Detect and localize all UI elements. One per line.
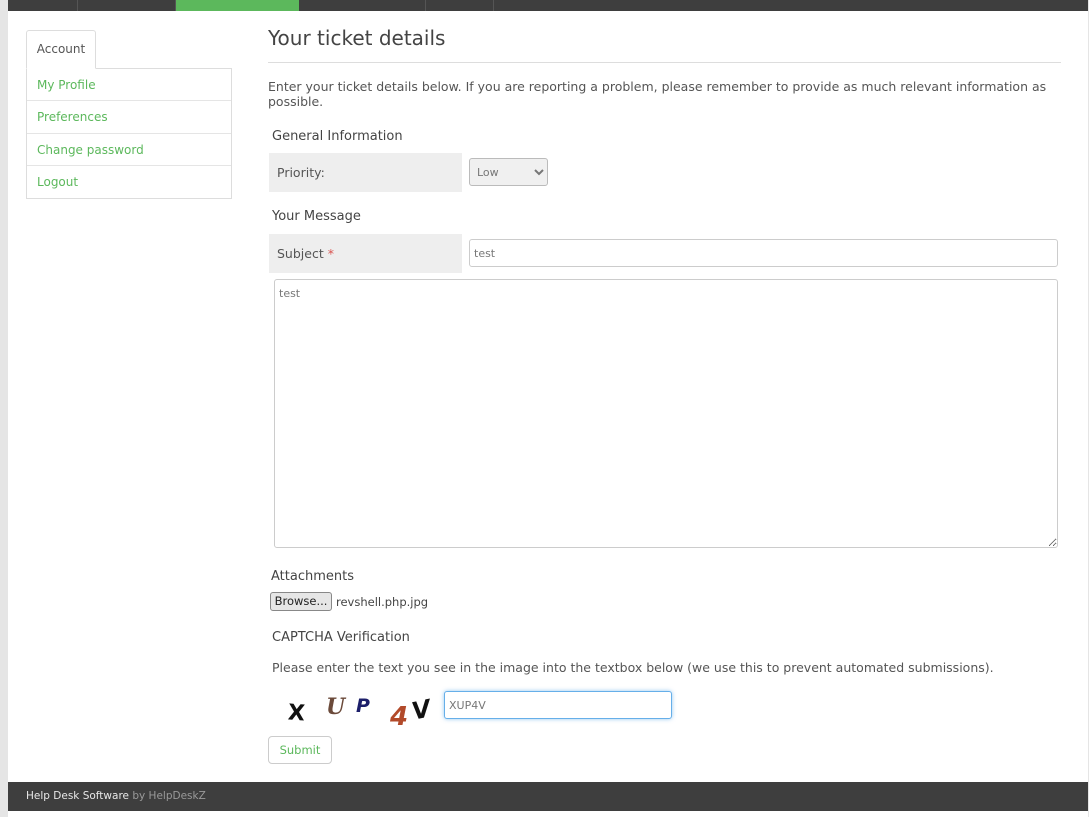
captcha-heading: CAPTCHA Verification	[272, 630, 410, 645]
title-divider	[268, 62, 1061, 63]
intro-text: Enter your ticket details below. If you …	[268, 79, 1047, 109]
captcha-char: U	[326, 694, 347, 720]
required-marker: *	[327, 246, 334, 261]
page-title: Your ticket details	[268, 26, 446, 50]
footer-byline: by HelpDeskZ	[129, 790, 206, 802]
nav-tab[interactable]	[8, 0, 78, 11]
message-textarea[interactable]: test	[274, 279, 1058, 548]
captcha-instructions: Please enter the text you see in the ima…	[272, 660, 994, 675]
subject-input[interactable]	[469, 239, 1058, 267]
account-tab[interactable]: Account	[26, 30, 96, 69]
nav-tab-active[interactable]	[176, 0, 299, 11]
captcha-image: X U P 4 V	[287, 694, 436, 728]
priority-label: Priority:	[269, 153, 462, 192]
sidebar-item-change-password[interactable]: Change password	[27, 134, 231, 166]
attachments-heading: Attachments	[271, 569, 354, 584]
selected-file-name: revshell.php.jpg	[336, 595, 429, 609]
top-nav	[8, 0, 1088, 11]
sidebar-item-my-profile[interactable]: My Profile	[27, 69, 231, 102]
submit-button[interactable]: Submit	[268, 736, 332, 764]
sidebar-item-preferences[interactable]: Preferences	[27, 101, 231, 134]
sidebar-item-logout[interactable]: Logout	[27, 166, 231, 198]
account-menu: My Profile Preferences Change password L…	[26, 68, 232, 199]
nav-tab[interactable]	[78, 0, 176, 11]
captcha-char: V	[409, 694, 435, 726]
captcha-char: X	[287, 700, 306, 726]
captcha-char: P	[356, 695, 370, 717]
nav-tab[interactable]	[299, 0, 426, 11]
captcha-char: 4	[389, 702, 408, 728]
priority-select[interactable]: Low	[469, 158, 548, 186]
browse-button[interactable]: Browse...	[270, 592, 332, 611]
footer-link-help-desk-software[interactable]: Help Desk Software	[26, 790, 129, 802]
footer: Help Desk Software by HelpDeskZ	[8, 782, 1088, 811]
page: Account My Profile Preferences Change pa…	[8, 0, 1088, 817]
subject-label-text: Subject	[277, 246, 324, 261]
subject-label: Subject *	[269, 234, 462, 273]
nav-tab[interactable]	[426, 0, 494, 11]
general-information-heading: General Information	[272, 129, 403, 144]
captcha-input[interactable]	[444, 691, 672, 719]
your-message-heading: Your Message	[272, 209, 361, 224]
